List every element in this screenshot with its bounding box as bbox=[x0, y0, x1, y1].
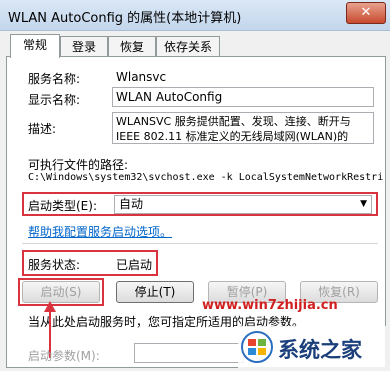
help-configure-link[interactable]: 帮助我配置服务启动选项。 bbox=[28, 223, 172, 240]
title-bar: WLAN AutoConfig 的属性(本地计算机) ✕ bbox=[0, 0, 390, 31]
display-name-value: WLAN AutoConfig bbox=[116, 90, 223, 104]
divider bbox=[22, 243, 378, 244]
description-field[interactable]: WLANSVC 服务提供配置、发现、连接、断开与 IEEE 802.11 标准定… bbox=[112, 112, 374, 144]
startup-type-label: 启动类型(E): bbox=[28, 199, 97, 213]
start-params-label: 启动参数(M): bbox=[28, 349, 100, 363]
stop-button[interactable]: 停止(T) bbox=[116, 281, 194, 303]
service-status-label: 服务状态: bbox=[28, 258, 81, 272]
display-name-label: 显示名称: bbox=[28, 93, 81, 107]
start-button[interactable]: 启动(S) bbox=[22, 281, 100, 303]
display-name-field[interactable]: WLAN AutoConfig bbox=[112, 87, 374, 107]
tab-dependencies[interactable]: 依存关系 bbox=[156, 36, 220, 57]
start-params-input[interactable] bbox=[134, 343, 244, 363]
tab-recovery[interactable]: 恢复 bbox=[108, 36, 156, 57]
startup-type-value: 自动 bbox=[119, 197, 144, 211]
watermark-logo: 系统之家 bbox=[238, 326, 386, 368]
description-label: 描述: bbox=[28, 122, 57, 136]
watermark-brand: 系统之家 bbox=[278, 338, 362, 362]
description-line-2: IEEE 802.11 标准定义的无线局域网(WLAN)的 bbox=[116, 130, 349, 143]
service-name-label: 服务名称: bbox=[28, 72, 81, 86]
watermark-url: www.win7zhijia.cn bbox=[202, 298, 338, 313]
description-line-1: WLANSVC 服务提供配置、发现、连接、断开与 bbox=[116, 115, 351, 128]
service-status-value: 已启动 bbox=[116, 258, 153, 272]
tab-general[interactable]: 常规 bbox=[10, 34, 60, 58]
window-title: WLAN AutoConfig 的属性(本地计算机) bbox=[8, 11, 242, 26]
close-button[interactable]: ✕ bbox=[346, 2, 386, 24]
exe-path-label: 可执行文件的路径: bbox=[28, 158, 129, 172]
exe-path-value: C:\Windows\system32\svchost.exe -k Local… bbox=[28, 172, 384, 183]
tab-logon[interactable]: 登录 bbox=[60, 36, 108, 57]
windows-logo-icon bbox=[241, 331, 273, 363]
chevron-down-icon: ▼ bbox=[360, 199, 367, 209]
service-name-value[interactable]: Wlansvc bbox=[116, 70, 166, 84]
startup-type-select[interactable]: 自动 ▼ bbox=[114, 195, 372, 214]
